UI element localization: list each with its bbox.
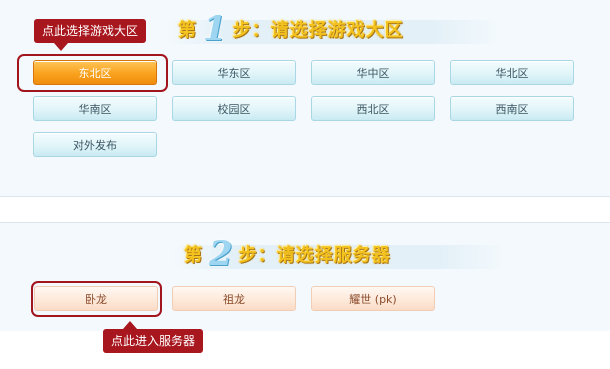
region-button-xiaoyuan[interactable]: 校园区 xyxy=(172,96,296,121)
region-button-xinan[interactable]: 西南区 xyxy=(450,96,574,121)
step2-header: 第 2 步 ： 请选择服务器 xyxy=(174,234,504,274)
server-button-wolong[interactable]: 卧龙 xyxy=(34,286,158,311)
region-callout-text: 点此选择游戏大区 xyxy=(42,24,139,38)
region-button-huazhong[interactable]: 华中区 xyxy=(311,60,435,85)
step1-header: 第 1 步 ： 请选择游戏大区 xyxy=(168,9,498,49)
step2-colon: ： xyxy=(257,245,277,266)
region-callout-arrow xyxy=(54,43,68,51)
step1-number: 1 xyxy=(203,9,227,49)
step1-colon: ： xyxy=(251,20,271,41)
server-callout-text: 点此进入服务器 xyxy=(111,334,196,348)
region-button-duiwai[interactable]: 对外发布 xyxy=(33,132,157,157)
step1-word-after: 步 xyxy=(232,20,252,41)
step1-title: 请选择游戏大区 xyxy=(270,20,404,41)
region-button-xibei[interactable]: 西北区 xyxy=(311,96,435,121)
region-callout: 点此选择游戏大区 xyxy=(34,19,147,51)
server-button-yaoshi[interactable]: 耀世 (pk) xyxy=(311,286,435,311)
step2-word-before: 第 xyxy=(184,245,203,266)
panel-divider xyxy=(0,196,610,197)
region-button-huanan[interactable]: 华南区 xyxy=(33,96,157,121)
server-button-zulong[interactable]: 祖龙 xyxy=(172,286,296,311)
step2-word-after: 步 xyxy=(238,245,258,266)
region-button-dongbei[interactable]: 东北区 xyxy=(33,60,157,85)
step2-number: 2 xyxy=(209,234,233,274)
region-button-huabei[interactable]: 华北区 xyxy=(450,60,574,85)
server-callout-arrow xyxy=(123,321,137,329)
step1-word-before: 第 xyxy=(178,20,197,41)
step2-title: 请选择服务器 xyxy=(276,245,391,266)
server-callout: 点此进入服务器 xyxy=(103,321,204,353)
region-button-huadong[interactable]: 华东区 xyxy=(172,60,296,85)
